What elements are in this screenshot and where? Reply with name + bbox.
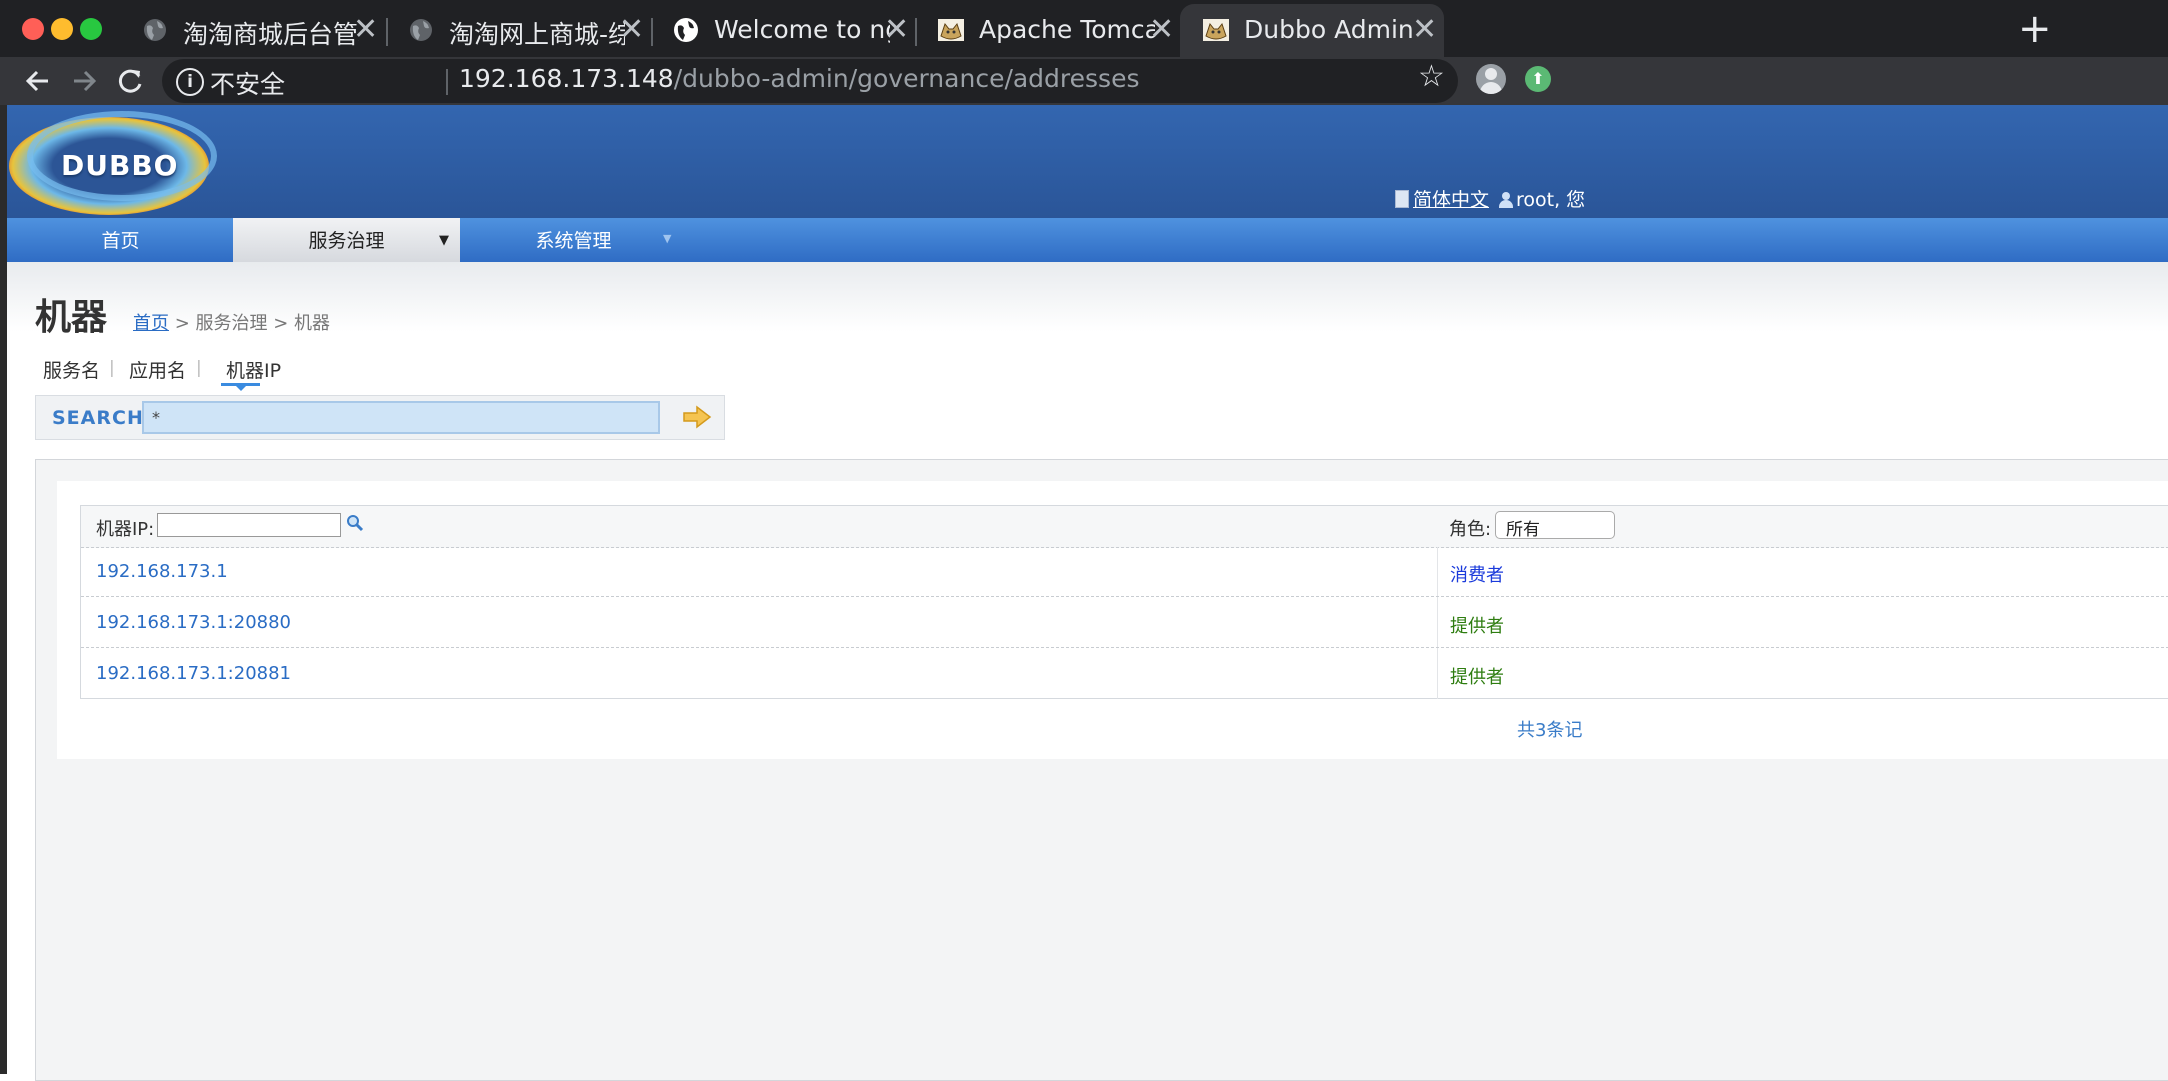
bookmark-star-icon[interactable]: ☆ xyxy=(1418,59,1445,94)
url-host: 192.168.173.148 xyxy=(459,64,674,93)
heading-bar xyxy=(7,262,2168,332)
tab-separator: | xyxy=(109,358,115,378)
table-row: 192.168.173.1 消费者 xyxy=(81,547,2168,597)
tab-machine-ip[interactable]: 机器IP xyxy=(226,356,281,383)
role-select[interactable]: 所有 xyxy=(1495,511,1615,540)
omnibox-divider xyxy=(446,69,448,95)
globe-icon xyxy=(410,19,432,41)
role-link[interactable]: 提供者 xyxy=(1450,663,1504,689)
tab-title: Welcome to nginx! xyxy=(714,15,890,44)
new-tab-button[interactable]: + xyxy=(2018,6,2052,52)
address-link[interactable]: 192.168.173.1:20881 xyxy=(96,663,291,684)
active-tab-pointer xyxy=(236,386,246,391)
close-icon[interactable]: ✕ xyxy=(353,12,378,47)
user-icon xyxy=(1499,192,1513,208)
browser-tab[interactable]: 淘淘网上商城-综合网购 ✕ xyxy=(385,4,651,57)
role-link[interactable]: 提供者 xyxy=(1450,612,1504,638)
nav-system-management[interactable]: 系统管理 ▼ xyxy=(460,218,687,262)
language-label: 简体中文 xyxy=(1413,189,1490,211)
language-link[interactable]: 简体中文 xyxy=(1395,185,1489,212)
profile-avatar-icon[interactable] xyxy=(1476,64,1506,94)
caret-down-icon: ▼ xyxy=(439,233,449,248)
site-header: DUBBO 简体中文 root, 您 xyxy=(7,105,2168,218)
close-window-button[interactable] xyxy=(22,18,44,40)
user-text: root, 您 xyxy=(1516,189,1586,211)
main-nav: 首页 服务治理 ▼ 系统管理 ▼ xyxy=(7,218,2168,262)
address-link[interactable]: 192.168.173.1:20880 xyxy=(96,612,291,633)
tab-title: 淘淘商城后台管理系统 xyxy=(183,20,359,49)
nav-service-governance[interactable]: 服务治理 ▼ xyxy=(233,218,460,262)
ip-filter-label: 机器IP: xyxy=(96,519,155,540)
not-secure-label[interactable]: 不安全 xyxy=(210,65,285,101)
search-box: SEARCH xyxy=(35,395,725,440)
forward-arrow-icon[interactable] xyxy=(70,67,98,95)
close-icon[interactable]: ✕ xyxy=(619,12,644,47)
ip-filter-input[interactable] xyxy=(157,513,341,537)
address-table: 机器IP: 角色: 所有 192.168.173.1 消费者 192.168.1… xyxy=(80,505,2168,699)
browser-tab[interactable]: Welcome to nginx! ✕ xyxy=(650,4,916,57)
minimize-window-button[interactable] xyxy=(51,18,73,40)
url-path: /dubbo-admin/governance/addresses xyxy=(673,64,1140,93)
table-row: 192.168.173.1:20881 提供者 xyxy=(81,649,2168,699)
browser-toolbar: i 不安全 192.168.173.148/dubbo-admin/govern… xyxy=(0,57,2168,105)
tab-title: Dubbo Admin xyxy=(1244,15,1414,44)
info-icon[interactable]: i xyxy=(176,68,204,96)
browser-tab-strip: 淘淘商城后台管理系统 ✕ 淘淘网上商城-综合网购 ✕ Welcome to ng… xyxy=(0,0,2168,57)
tab-service-name[interactable]: 服务名 xyxy=(43,356,100,383)
role-filter-label: 角色: xyxy=(1449,519,1492,540)
role-link[interactable]: 消费者 xyxy=(1450,561,1504,587)
browser-tab[interactable]: 淘淘商城后台管理系统 ✕ xyxy=(119,4,385,57)
tab-title: 淘淘网上商城-综合网购 xyxy=(449,20,625,49)
close-icon[interactable]: ✕ xyxy=(884,12,909,47)
table-filter-row: 机器IP: 角色: 所有 xyxy=(81,506,2168,548)
tab-application-name[interactable]: 应用名 xyxy=(129,356,186,383)
nav-home[interactable]: 首页 xyxy=(7,218,234,262)
maximize-window-button[interactable] xyxy=(80,18,102,40)
search-icon[interactable] xyxy=(346,514,364,532)
breadcrumb-trail: > 服务治理 > 机器 xyxy=(169,313,331,334)
update-arrow-icon[interactable]: ⬆ xyxy=(1525,66,1551,92)
address-bar[interactable]: i 不安全 192.168.173.148/dubbo-admin/govern… xyxy=(162,59,1458,103)
nav-system-management-label: 系统管理 xyxy=(535,230,612,252)
nav-home-label: 首页 xyxy=(101,230,140,252)
record-count: 共3条记 xyxy=(1517,720,1583,741)
browser-tab[interactable]: Apache Tomcat/8.5.4 ✕ xyxy=(915,4,1181,57)
browser-tab-active[interactable]: Dubbo Admin ✕ xyxy=(1180,4,1444,57)
breadcrumb-home-link[interactable]: 首页 xyxy=(133,313,169,334)
globe-icon xyxy=(674,18,698,42)
close-icon[interactable]: ✕ xyxy=(1149,12,1174,47)
arrow-right-icon[interactable] xyxy=(682,405,712,429)
tab-title: Apache Tomcat/8.5.4 xyxy=(979,15,1155,44)
url-text[interactable]: 192.168.173.148/dubbo-admin/governance/a… xyxy=(459,64,1140,93)
close-icon[interactable]: ✕ xyxy=(1412,12,1437,47)
document-icon xyxy=(1395,190,1409,208)
search-label: SEARCH xyxy=(52,407,144,429)
caret-down-icon: ▼ xyxy=(663,232,672,245)
search-input[interactable] xyxy=(142,401,660,434)
reload-icon[interactable] xyxy=(117,67,145,95)
window-edge xyxy=(0,0,7,1074)
globe-icon xyxy=(144,19,166,41)
page-title: 机器 xyxy=(35,297,108,338)
user-info: root, 您 xyxy=(1499,185,1585,212)
nav-service-governance-label: 服务治理 xyxy=(308,230,385,252)
tomcat-icon xyxy=(1203,19,1229,41)
tab-separator: | xyxy=(196,358,202,378)
address-link[interactable]: 192.168.173.1 xyxy=(96,561,228,582)
back-arrow-icon[interactable] xyxy=(24,67,52,95)
logo-text: DUBBO xyxy=(61,149,179,182)
tomcat-icon xyxy=(938,19,964,41)
dubbo-logo: DUBBO xyxy=(7,111,217,217)
breadcrumb: 首页 > 服务治理 > 机器 xyxy=(133,309,330,335)
table-row: 192.168.173.1:20880 提供者 xyxy=(81,598,2168,648)
